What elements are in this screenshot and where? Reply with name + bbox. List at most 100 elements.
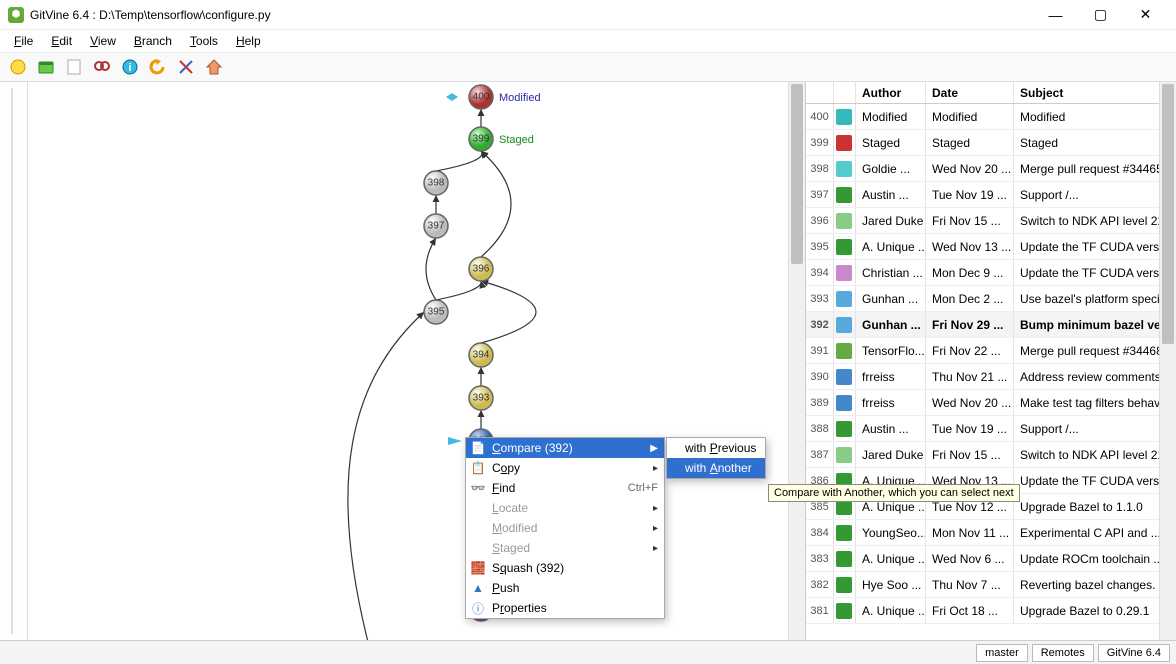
header-subject[interactable]: Subject	[1014, 82, 1176, 103]
commit-graph[interactable]: 400Modified399Staged39839739639539439339…	[28, 82, 805, 640]
table-row[interactable]: 398Goldie ...Wed Nov 20 ...Merge pull re…	[806, 156, 1176, 182]
row-subject: Use bazel's platform specific ...	[1014, 286, 1176, 311]
row-avatar	[834, 572, 856, 597]
info-icon[interactable]: i	[118, 55, 142, 79]
menu-view[interactable]: View	[82, 32, 124, 50]
row-subject: Make test tag filters behave a...	[1014, 390, 1176, 415]
undo-icon[interactable]	[146, 55, 170, 79]
menubar: File Edit View Branch Tools Help	[0, 30, 1176, 52]
menu-tools[interactable]: Tools	[182, 32, 226, 50]
new-icon[interactable]	[6, 55, 30, 79]
menu-edit[interactable]: Edit	[43, 32, 80, 50]
commit-node-397[interactable]: 397	[424, 214, 448, 238]
table-row[interactable]: 390frreissThu Nov 21 ...Address review c…	[806, 364, 1176, 390]
status-branch[interactable]: master	[976, 644, 1028, 662]
commit-node-395[interactable]: 395	[424, 300, 448, 324]
table-row[interactable]: 382Hye Soo ...Thu Nov 7 ...Reverting baz…	[806, 572, 1176, 598]
open-icon[interactable]	[34, 55, 58, 79]
header-date[interactable]: Date	[926, 82, 1014, 103]
status-remotes[interactable]: Remotes	[1032, 644, 1094, 662]
row-author: frreiss	[856, 364, 926, 389]
table-row[interactable]: 381A. Unique ...Fri Oct 18 ...Upgrade Ba…	[806, 598, 1176, 624]
table-row[interactable]: 395A. Unique ...Wed Nov 13 ...Update the…	[806, 234, 1176, 260]
menu-branch[interactable]: Branch	[126, 32, 180, 50]
table-row[interactable]: 391TensorFlo...Fri Nov 22 ...Merge pull …	[806, 338, 1176, 364]
commit-node-398[interactable]: 398	[424, 171, 448, 195]
ctx-properties[interactable]: ⓘ Properties	[466, 598, 664, 618]
row-subject: Staged	[1014, 130, 1176, 155]
row-subject: Upgrade Bazel to 0.29.1	[1014, 598, 1176, 623]
commit-node-394[interactable]: 394	[469, 343, 493, 367]
row-date: Fri Oct 18 ...	[926, 598, 1014, 623]
app-icon: ⬢	[8, 7, 24, 23]
svg-text:i: i	[128, 62, 131, 74]
row-date: Tue Nov 19 ...	[926, 182, 1014, 207]
row-author: frreiss	[856, 390, 926, 415]
prefs-icon[interactable]	[174, 55, 198, 79]
row-avatar	[834, 104, 856, 129]
row-author: TensorFlo...	[856, 338, 926, 363]
row-author: Jared Duke	[856, 442, 926, 467]
row-author: Staged	[856, 130, 926, 155]
row-avatar	[834, 338, 856, 363]
row-avatar	[834, 546, 856, 571]
minimize-button[interactable]: —	[1033, 1, 1078, 29]
table-row[interactable]: 400ModifiedModifiedModified	[806, 104, 1176, 130]
maximize-button[interactable]: ▢	[1078, 1, 1123, 29]
menu-help[interactable]: Help	[228, 32, 269, 50]
ctx-find[interactable]: 👓 Find Ctrl+F	[466, 478, 664, 498]
commit-node-396[interactable]: 396	[469, 257, 493, 281]
ctx-compare[interactable]: 📄 Compare (392) ▶	[466, 438, 664, 458]
properties-icon: ⓘ	[470, 600, 486, 616]
status-app[interactable]: GitVine 6.4	[1098, 644, 1170, 662]
header-avatar	[834, 82, 856, 103]
context-menu: 📄 Compare (392) ▶ 📋 Copy ▸ 👓 Find Ctrl+F…	[465, 437, 665, 619]
find-icon[interactable]	[90, 55, 114, 79]
save-icon[interactable]	[62, 55, 86, 79]
commit-table: Author Date Subject 400ModifiedModifiedM…	[806, 82, 1176, 640]
table-row[interactable]: 384YoungSeo...Mon Nov 11 ...Experimental…	[806, 520, 1176, 546]
table-row[interactable]: 388Austin ...Tue Nov 19 ...Support /...	[806, 416, 1176, 442]
graph-scrollbar[interactable]	[788, 82, 805, 640]
row-date: Mon Nov 11 ...	[926, 520, 1014, 545]
table-row[interactable]: 392Gunhan ...Fri Nov 29 ...Bump minimum …	[806, 312, 1176, 338]
ctx-squash[interactable]: 🧱 Squash (392)	[466, 558, 664, 578]
row-subject: Merge pull request #34468 ...	[1014, 338, 1176, 363]
sub-with-previous[interactable]: with Previous	[667, 438, 765, 458]
close-button[interactable]: ✕	[1123, 1, 1168, 29]
push-icon: ▲	[470, 580, 486, 596]
table-row[interactable]: 387Jared DukeFri Nov 15 ...Switch to NDK…	[806, 442, 1176, 468]
row-author: A. Unique ...	[856, 598, 926, 623]
row-index: 383	[806, 546, 834, 571]
commit-node-400[interactable]: 400Modified	[469, 85, 541, 109]
table-scrollbar[interactable]	[1159, 82, 1176, 640]
table-row[interactable]: 394Christian ...Mon Dec 9 ...Update the …	[806, 260, 1176, 286]
row-index: 390	[806, 364, 834, 389]
ctx-push[interactable]: ▲ Push	[466, 578, 664, 598]
table-row[interactable]: 389frreissWed Nov 20 ...Make test tag fi…	[806, 390, 1176, 416]
table-row[interactable]: 397Austin ...Tue Nov 19 ...Support /...	[806, 182, 1176, 208]
table-row[interactable]: 396Jared DukeFri Nov 15 ...Switch to NDK…	[806, 208, 1176, 234]
sub-with-another[interactable]: with Another	[667, 458, 765, 478]
row-avatar	[834, 520, 856, 545]
tooltip: Compare with Another, which you can sele…	[768, 484, 1020, 502]
table-row[interactable]: 383A. Unique ...Wed Nov 6 ...Update ROCm…	[806, 546, 1176, 572]
graph-panel[interactable]: 400Modified399Staged39839739639539439339…	[28, 82, 806, 640]
row-date: Modified	[926, 104, 1014, 129]
row-avatar	[834, 208, 856, 233]
menu-file[interactable]: File	[6, 32, 41, 50]
row-index: 389	[806, 390, 834, 415]
header-author[interactable]: Author	[856, 82, 926, 103]
table-row[interactable]: 393Gunhan ...Mon Dec 2 ...Use bazel's pl…	[806, 286, 1176, 312]
row-avatar	[834, 598, 856, 623]
commit-node-393[interactable]: 393	[469, 386, 493, 410]
table-row[interactable]: 399StagedStagedStaged	[806, 130, 1176, 156]
header-index[interactable]	[806, 82, 834, 103]
home-icon[interactable]	[202, 55, 226, 79]
row-subject: Switch to NDK API level 21	[1014, 442, 1176, 467]
ctx-copy[interactable]: 📋 Copy ▸	[466, 458, 664, 478]
ctx-staged: Staged▸	[466, 538, 664, 558]
commit-node-399[interactable]: 399Staged	[469, 127, 534, 151]
shortcut-label: Ctrl+F	[628, 482, 658, 494]
row-subject: Upgrade Bazel to 1.1.0	[1014, 494, 1176, 519]
